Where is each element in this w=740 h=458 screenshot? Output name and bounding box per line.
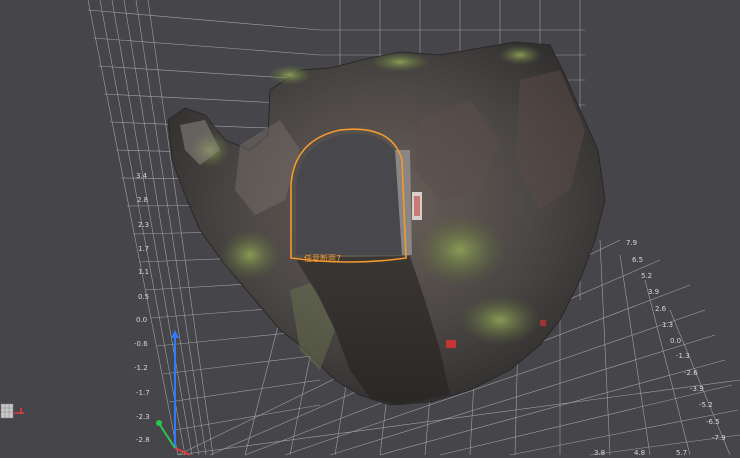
right-axis-ticks: 7.9 6.5 5.2 3.9 2.6 1.3 0.0 -1.3 -2.6 -3… [626,239,726,442]
3d-viewport[interactable]: 任意断面7 3.4 2.8 2.3 1.7 1.1 0.5 0.0 -0.6 -… [0,0,740,458]
right-tick: -5.2 [699,401,713,409]
right-tick: -7.9 [712,434,726,442]
left-tick: 1.7 [138,245,149,253]
axis-y-tip [156,420,162,426]
tunnel-rock-model[interactable] [167,41,606,406]
red-marker [446,340,456,348]
right-tick: 0.0 [670,337,681,345]
tunnel-opening [296,133,405,255]
section-label: 任意断面7 [304,253,341,263]
bottom-tick: 3.8 [594,449,605,457]
left-tick: 1.1 [138,268,149,276]
left-tick: -0.6 [134,340,148,348]
bottom-tick: 4.8 [634,449,645,457]
moss-patch [460,295,540,345]
bottom-axis-ticks: 3.8 4.8 5.7 [594,449,687,457]
left-tick: -1.2 [134,364,148,372]
axis-gizmo [156,330,191,456]
right-tick: 7.9 [626,239,637,247]
left-tick: -2.8 [136,436,150,444]
moss-patch [415,215,505,285]
right-tick: 2.6 [655,305,667,313]
left-tick: 2.8 [137,196,148,204]
moss-patch [220,230,280,280]
left-tick: -1.7 [136,389,150,397]
left-tick: 0.5 [138,293,149,301]
moss-patch [498,45,542,65]
moss-patch [370,52,430,72]
scene-canvas[interactable]: 任意断面7 3.4 2.8 2.3 1.7 1.1 0.5 0.0 -0.6 -… [0,0,740,458]
left-tick: 2.3 [138,221,149,229]
right-tick: 5.2 [641,272,652,280]
right-tick: -2.6 [684,369,698,377]
axis-z-arrow [171,330,179,338]
orientation-cube-icon[interactable] [0,403,24,419]
right-tick: 3.9 [648,288,659,296]
right-tick: -1.3 [676,352,690,360]
bottom-tick: 5.7 [676,449,687,457]
red-marker [540,320,546,326]
left-tick: -2.3 [136,413,150,421]
right-tick: -6.5 [706,418,720,426]
sign-marking [414,196,420,216]
right-tick: 6.5 [632,256,643,264]
left-tick: 3.4 [136,172,148,180]
left-tick: 0.0 [136,316,147,324]
left-axis-ticks: 3.4 2.8 2.3 1.7 1.1 0.5 0.0 -0.6 -1.2 -1… [134,172,150,444]
right-tick: -3.9 [690,385,704,393]
moss-patch [268,65,312,85]
right-tick: 1.3 [662,321,673,329]
